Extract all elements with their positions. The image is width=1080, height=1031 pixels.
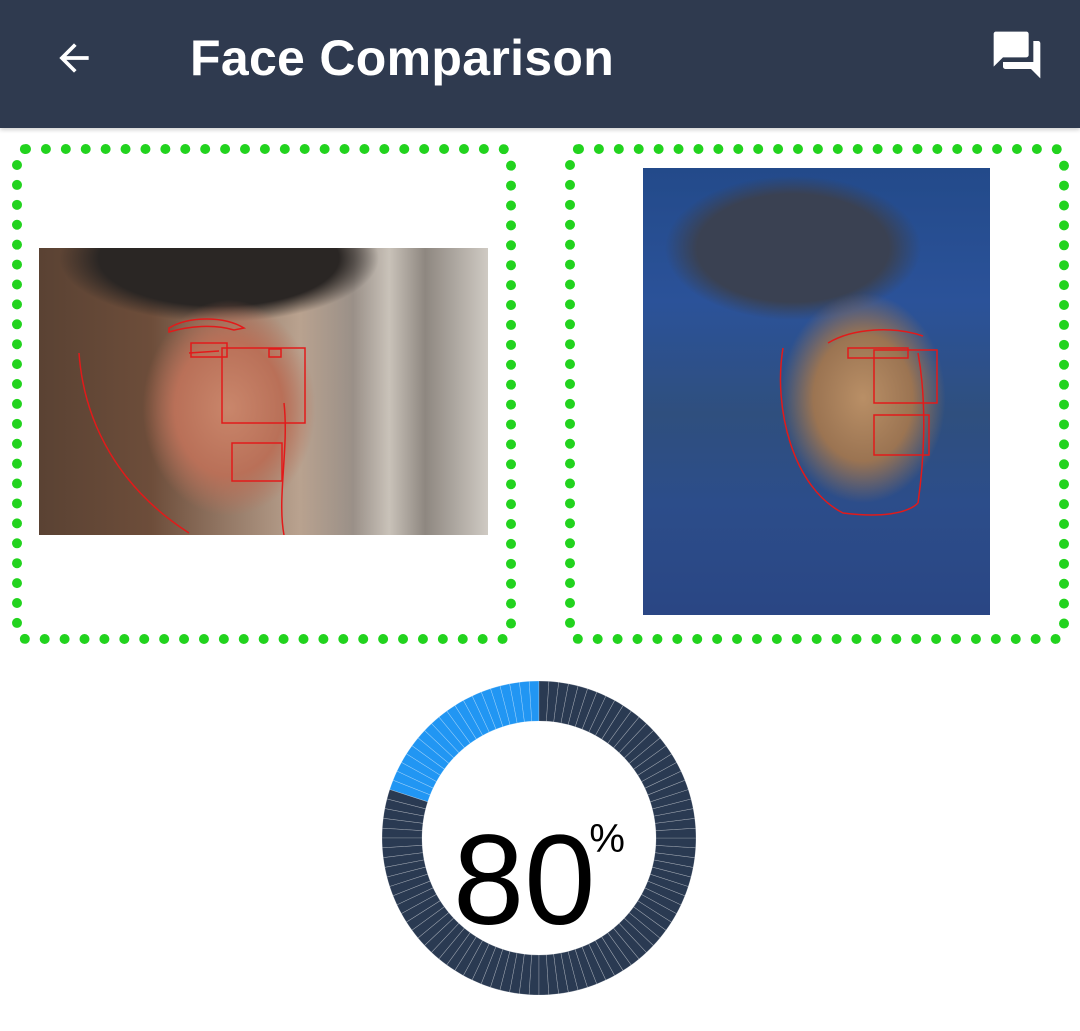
facial-landmarks-overlay-right [779, 329, 938, 516]
face-image-left[interactable] [12, 144, 516, 644]
question-answer-icon [993, 31, 1041, 79]
page-title: Face Comparison [190, 30, 615, 86]
face-photo-right [643, 168, 990, 615]
facial-landmarks-overlay-left [78, 318, 306, 535]
face-photo-left [39, 248, 488, 535]
app-bar: Face Comparison [0, 0, 1080, 128]
arrow-left-icon [59, 43, 89, 73]
similarity-score: 80% [380, 779, 698, 945]
similarity-value: 80 [453, 809, 596, 952]
feedback-button[interactable] [984, 22, 1050, 88]
percent-sign: % [589, 817, 625, 861]
face-image-right[interactable] [565, 144, 1069, 644]
back-button[interactable] [42, 26, 106, 90]
